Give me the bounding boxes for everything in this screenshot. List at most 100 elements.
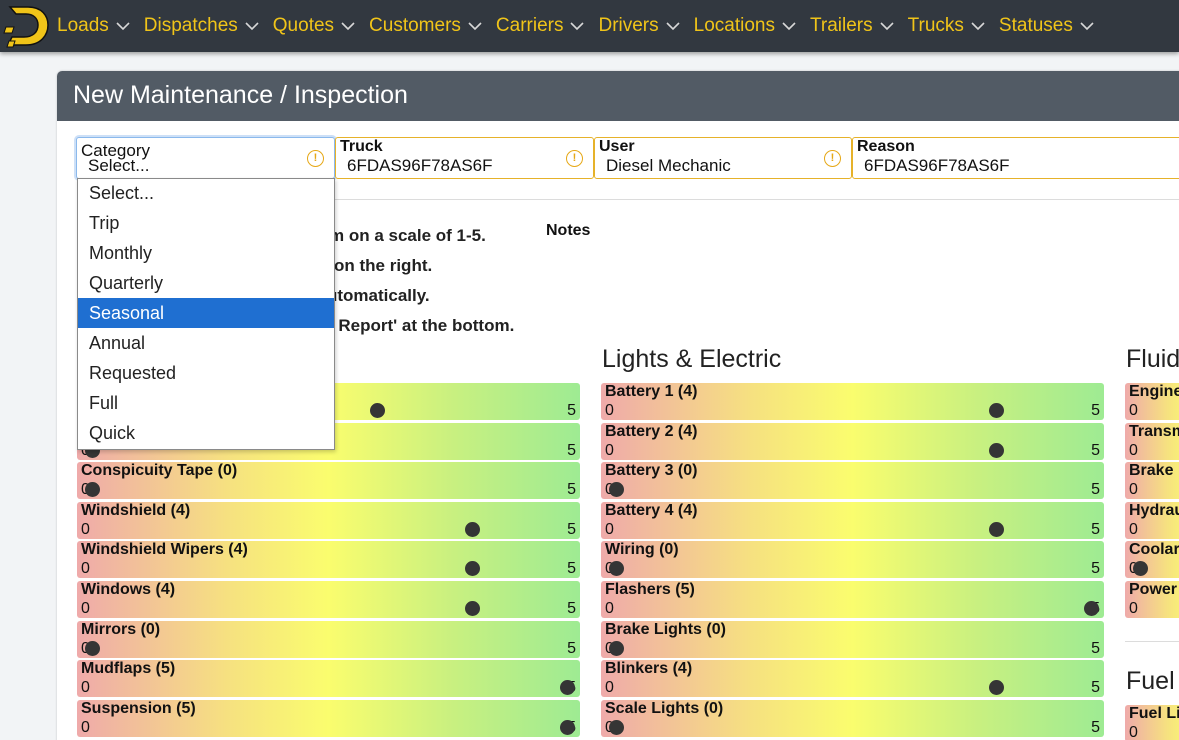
rating-slider[interactable]: Brake 0 (1125, 462, 1179, 500)
rating-slider[interactable]: Wiring (0)05 (601, 541, 1104, 579)
rating-slider[interactable]: Brake Lights (0)05 (601, 620, 1104, 658)
category-option-quarterly[interactable]: Quarterly (78, 268, 334, 298)
rating-slider[interactable]: Conspicuity Tape (0)05 (77, 462, 580, 500)
rating-slider[interactable]: Hydrau 0 (1125, 501, 1179, 539)
notes-label: Notes (546, 222, 591, 239)
slider-handle[interactable] (609, 482, 624, 498)
reason-value: 6FDAS96F78AS6F (864, 156, 1010, 175)
rating-min-label: 0 (605, 600, 614, 617)
slider-handle[interactable] (609, 561, 624, 577)
rating-slider[interactable]: Coolar0 (1125, 541, 1179, 579)
slider-handle[interactable] (989, 403, 1004, 418)
rating-slider[interactable]: Windshield (4) 0 5 (77, 501, 580, 539)
chevron-down-icon (116, 22, 130, 31)
slider-handle[interactable] (85, 640, 100, 656)
category-option-quick[interactable]: Quick (78, 418, 334, 448)
rating-max-label: 5 (567, 402, 576, 419)
rating-label: Suspension (5) (81, 699, 196, 717)
rating-label: Windshield (4) (81, 501, 191, 519)
rating-slider[interactable]: Transm 0 (1125, 422, 1179, 460)
warning-icon: ! (566, 150, 583, 167)
rating-slider[interactable]: Windows (4) 0 5 (77, 581, 580, 618)
instruction-line-3: utomatically. (327, 286, 430, 305)
nav-item-carriers[interactable]: Carriers (491, 0, 594, 52)
category-option-annual[interactable]: Annual (78, 328, 334, 358)
rating-slider[interactable]: Engine 0 (1125, 383, 1179, 420)
nav-item-trucks[interactable]: Trucks (903, 0, 994, 52)
category-option-requested[interactable]: Requested (78, 358, 334, 388)
rating-slider[interactable]: Mudflaps (5)05 (77, 660, 580, 698)
rating-label: Mudflaps (5) (81, 660, 176, 678)
rating-slider[interactable]: Mirrors (0)05 (77, 620, 580, 658)
nav-item-label: Trucks (907, 15, 964, 36)
chevron-down-icon (1080, 22, 1094, 31)
slider-handle[interactable] (560, 719, 575, 735)
slider-handle[interactable] (465, 561, 480, 577)
rating-label: Power (1129, 581, 1178, 598)
nav-item-customers[interactable]: Customers (364, 0, 491, 52)
slider-handle[interactable] (1084, 601, 1099, 616)
user-select[interactable]: User Diesel Mechanic ! (594, 137, 852, 179)
rating-min-label: 0 (81, 679, 90, 697)
category-option-select[interactable]: Select... (78, 179, 334, 208)
nav-item-label: Trailers (809, 15, 873, 36)
rating-label: Mirrors (0) (81, 620, 161, 638)
slider-handle[interactable] (85, 482, 100, 498)
nav-item-locations[interactable]: Locations (689, 0, 805, 52)
slider-handle[interactable] (1133, 561, 1148, 577)
rating-slider[interactable]: Power 0 (1125, 581, 1179, 618)
reason-field[interactable]: Reason 6FDAS96F78AS6F (852, 137, 1179, 179)
chevron-down-icon (341, 22, 355, 31)
rating-slider[interactable]: Battery 1 (4) 0 5 (601, 383, 1104, 420)
rating-label: Battery 2 (4) (605, 422, 698, 440)
rating-slider[interactable]: Blinkers (4) 0 5 (601, 660, 1104, 698)
category-select[interactable]: Category Select... ! (76, 137, 335, 179)
nav-item-trailers[interactable]: Trailers (805, 0, 903, 52)
truck-select[interactable]: Truck 6FDAS96F78AS6F ! (335, 137, 594, 179)
rating-slider[interactable]: Battery 3 (0)05 (601, 462, 1104, 500)
instruction-line-1: m on a scale of 1-5. (329, 226, 486, 245)
nav-item-loads[interactable]: Loads (52, 0, 139, 52)
slider-handle[interactable] (989, 521, 1004, 537)
slider-handle[interactable] (989, 680, 1004, 696)
rating-min-label: 0 (605, 679, 614, 697)
category-option-monthly[interactable]: Monthly (78, 238, 334, 268)
rating-label: Battery 3 (0) (605, 462, 698, 480)
chevron-down-icon (782, 22, 796, 31)
rating-slider[interactable]: Flashers (5)05 (601, 581, 1104, 618)
rating-slider[interactable]: Suspension (5)05 (77, 699, 580, 737)
rating-label: Scale Lights (0) (605, 699, 724, 717)
rating-slider[interactable]: Battery 2 (4) 0 5 (601, 422, 1104, 460)
nav-item-quotes[interactable]: Quotes (268, 0, 364, 52)
nav-item-statuses[interactable]: Statuses (994, 0, 1103, 52)
nav-item-label: Statuses (998, 15, 1073, 36)
slider-handle[interactable] (465, 521, 480, 537)
category-option-seasonal[interactable]: Seasonal (78, 298, 334, 328)
nav-item-label: Carriers (495, 15, 564, 36)
nav-item-dispatches[interactable]: Dispatches (139, 0, 268, 52)
rating-slider[interactable]: Fuel Li 0 (1125, 705, 1179, 740)
instruction-line-4: t Report' at the bottom. (328, 316, 515, 335)
logo-icon (3, 6, 49, 48)
rating-slider[interactable]: Scale Lights (0)05 (601, 699, 1104, 737)
slider-handle[interactable] (609, 640, 624, 656)
reason-label: Reason (857, 138, 915, 155)
rating-min-label: 0 (81, 718, 90, 736)
slider-handle[interactable] (609, 719, 624, 735)
rating-slider[interactable]: Battery 4 (4) 0 5 (601, 501, 1104, 539)
rating-max-label: 5 (1091, 481, 1100, 499)
slider-handle[interactable] (989, 442, 1004, 458)
top-navbar: Loads Dispatches Quotes Customers Carriers Dr… (0, 0, 1179, 52)
slider-handle[interactable] (370, 403, 385, 418)
app-logo[interactable] (0, 0, 52, 52)
rating-slider[interactable]: Windshield Wipers (4) 0 5 (77, 541, 580, 579)
rating-max-label: 5 (567, 639, 576, 657)
rating-label: Battery 4 (4) (605, 501, 698, 519)
category-option-trip[interactable]: Trip (78, 208, 334, 238)
category-value: Select... (88, 156, 150, 175)
nav-item-drivers[interactable]: Drivers (593, 0, 688, 52)
rating-min-label: 0 (1129, 441, 1138, 459)
rating-min-label: 0 (81, 520, 90, 538)
category-option-full[interactable]: Full (78, 388, 334, 418)
slider-handle[interactable] (465, 601, 480, 616)
